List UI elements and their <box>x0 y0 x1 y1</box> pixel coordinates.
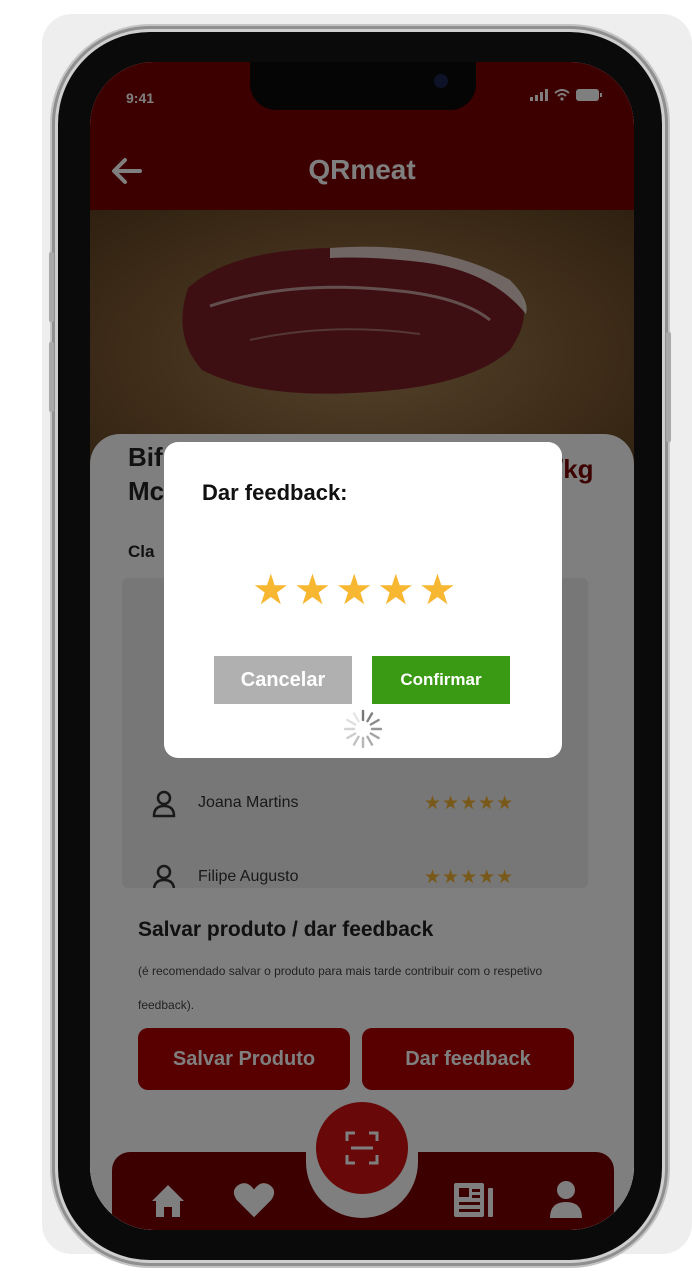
star-icon[interactable]: ★ <box>294 568 332 612</box>
phone-screen: 9:41 <box>90 62 634 1230</box>
feedback-dialog: Dar feedback: ★ ★ ★ ★ ★ Cancelar Confirm… <box>164 442 562 758</box>
loading-spinner-icon <box>343 709 383 749</box>
dialog-title: Dar feedback: <box>202 480 348 505</box>
confirm-button[interactable]: Confirmar <box>372 656 510 704</box>
cancel-button[interactable]: Cancelar <box>214 656 352 704</box>
power-button <box>666 332 671 442</box>
volume-down-button <box>49 342 54 412</box>
star-icon[interactable]: ★ <box>335 568 373 612</box>
volume-up-button <box>49 252 54 322</box>
star-icon[interactable]: ★ <box>377 568 415 612</box>
star-icon[interactable]: ★ <box>252 568 290 612</box>
rating-stars[interactable]: ★ ★ ★ ★ ★ <box>252 568 456 612</box>
star-icon[interactable]: ★ <box>419 568 457 612</box>
phone-frame: 9:41 <box>49 32 671 1260</box>
